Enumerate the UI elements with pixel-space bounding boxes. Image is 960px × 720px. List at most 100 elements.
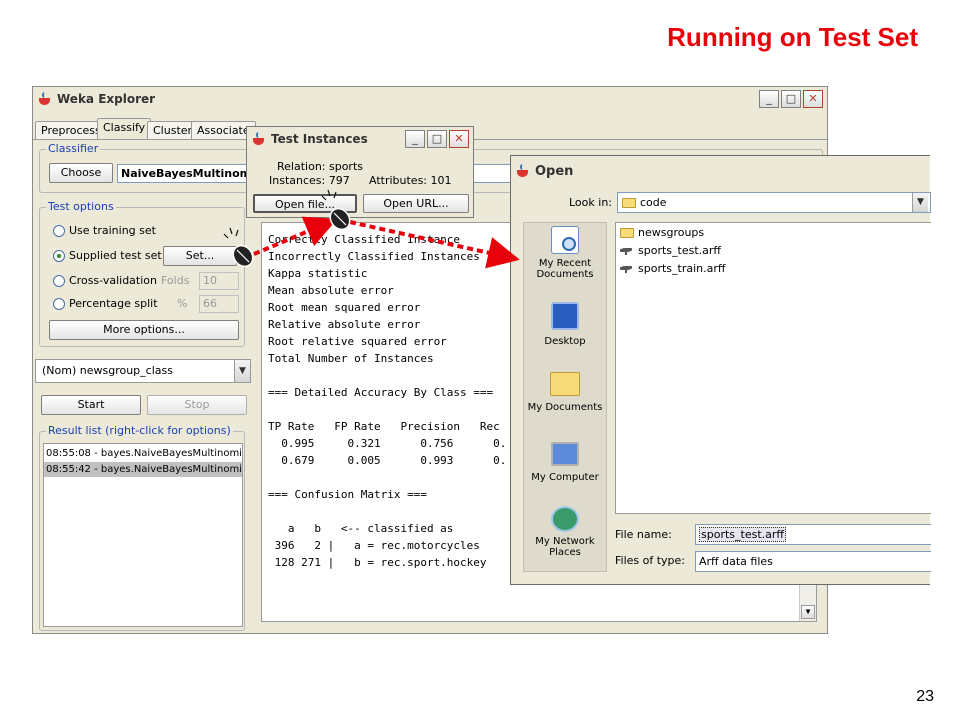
look-in-value: code bbox=[640, 196, 667, 209]
chevron-down-icon[interactable]: ▼ bbox=[234, 360, 250, 382]
place-label: My Network Places bbox=[535, 536, 595, 558]
place-label: My Documents bbox=[527, 402, 603, 413]
minimize-button[interactable]: _ bbox=[759, 90, 779, 108]
result-item[interactable]: 08:55:08 - bayes.NaiveBayesMultinomial bbox=[44, 446, 242, 461]
output-line: Mean absolute error bbox=[268, 284, 394, 297]
file-name: newsgroups bbox=[638, 226, 705, 239]
output-line: === Detailed Accuracy By Class === bbox=[268, 386, 494, 399]
result-list-title: Result list (right-click for options) bbox=[46, 424, 233, 437]
file-name: sports_train.arff bbox=[638, 262, 726, 275]
tab-classify[interactable]: Classify bbox=[97, 118, 152, 140]
place-label: My Computer bbox=[531, 472, 599, 483]
place-label: My Recent Documents bbox=[536, 258, 594, 280]
place-my-documents[interactable]: My Documents bbox=[525, 372, 605, 413]
look-in-label: Look in: bbox=[569, 196, 612, 209]
folds-field[interactable]: 10 bbox=[199, 272, 239, 290]
output-line: 128 271 | b = rec.sport.hockey bbox=[268, 556, 487, 569]
output-line: Incorrectly Classified Instances bbox=[268, 250, 480, 263]
scroll-down-button[interactable]: ▼ bbox=[801, 605, 815, 619]
desktop-icon bbox=[551, 302, 579, 330]
more-options-button[interactable]: More options... bbox=[49, 320, 239, 340]
output-line: Relative absolute error bbox=[268, 318, 421, 331]
slide-title: Running on Test Set bbox=[667, 22, 918, 52]
output-line: Root relative squared error bbox=[268, 335, 447, 348]
weka-bird-icon bbox=[620, 246, 634, 255]
maximize-button[interactable]: □ bbox=[781, 90, 801, 108]
cross-validation-label: Cross-validation bbox=[69, 274, 157, 287]
chevron-down-icon[interactable]: ▼ bbox=[912, 193, 928, 212]
weka-titlebar[interactable]: Weka Explorer _ □ ✕ bbox=[33, 87, 827, 111]
cross-validation-radio[interactable] bbox=[53, 275, 65, 287]
weka-bird-icon bbox=[620, 264, 634, 273]
percentage-split-radio[interactable] bbox=[53, 298, 65, 310]
output-line: Root mean squared error bbox=[268, 301, 421, 314]
network-places-icon bbox=[551, 506, 579, 532]
maximize-button[interactable]: □ bbox=[427, 130, 447, 148]
percent-label: % bbox=[177, 297, 188, 310]
folder-icon bbox=[620, 227, 634, 238]
java-icon bbox=[515, 163, 531, 179]
set-button[interactable]: Set... bbox=[163, 246, 237, 266]
file-type-label: Files of type: bbox=[615, 554, 686, 567]
test-instances-window: Test Instances _ □ ✕ Relation: sports In… bbox=[246, 126, 474, 218]
open-dialog-titlebar[interactable]: Open bbox=[511, 156, 930, 186]
percent-field[interactable]: 66 bbox=[199, 295, 239, 313]
open-url-button[interactable]: Open URL... bbox=[363, 194, 469, 213]
my-documents-icon bbox=[550, 372, 580, 396]
tab-preprocess[interactable]: Preprocess bbox=[35, 121, 107, 139]
attributes-label: Attributes: 101 bbox=[369, 174, 452, 187]
output-line: 396 2 | a = rec.motorcycles bbox=[268, 539, 480, 552]
relation-label: Relation: sports bbox=[277, 160, 363, 173]
percentage-split-label: Percentage split bbox=[69, 297, 158, 310]
output-line: a b <-- classified as bbox=[268, 522, 454, 535]
test-options-title: Test options bbox=[46, 200, 116, 213]
result-list: 08:55:08 - bayes.NaiveBayesMultinomial 0… bbox=[43, 443, 243, 627]
output-line: Total Number of Instances bbox=[268, 352, 434, 365]
look-in-select[interactable]: code ▼ bbox=[617, 192, 931, 213]
class-attribute-select[interactable]: (Nom) newsgroup_class ▼ bbox=[35, 359, 251, 383]
supplied-test-label: Supplied test set bbox=[69, 249, 162, 262]
result-item-selected[interactable]: 08:55:42 - bayes.NaiveBayesMultinomial bbox=[44, 462, 242, 477]
output-line: TP Rate FP Rate Precision Rec bbox=[268, 420, 500, 433]
place-label: Desktop bbox=[544, 336, 586, 347]
file-name-value: sports_test.arff bbox=[699, 527, 786, 542]
folder-icon bbox=[622, 197, 636, 208]
file-item-newsgroups[interactable]: newsgroups bbox=[620, 226, 704, 239]
java-icon bbox=[37, 91, 53, 107]
open-file-button[interactable]: Open file... bbox=[253, 194, 357, 213]
folds-label: Folds bbox=[161, 274, 190, 287]
place-network[interactable]: My Network Places bbox=[525, 506, 605, 558]
test-instances-title: Test Instances bbox=[271, 132, 368, 146]
file-list: newsgroups sports_test.arff sports_train… bbox=[615, 222, 931, 514]
use-training-label: Use training set bbox=[69, 224, 156, 237]
file-item-sports-test[interactable]: sports_test.arff bbox=[620, 244, 721, 257]
supplied-test-radio[interactable] bbox=[53, 250, 65, 262]
classifier-group-title: Classifier bbox=[46, 142, 101, 155]
file-name-label: File name: bbox=[615, 528, 672, 541]
file-item-sports-train[interactable]: sports_train.arff bbox=[620, 262, 725, 275]
place-recent-documents[interactable]: My Recent Documents bbox=[525, 226, 605, 280]
start-button[interactable]: Start bbox=[41, 395, 141, 415]
place-desktop[interactable]: Desktop bbox=[525, 302, 605, 347]
open-dialog-title: Open bbox=[535, 163, 574, 179]
output-line: 0.995 0.321 0.756 0. bbox=[268, 437, 507, 450]
output-line: === Confusion Matrix === bbox=[268, 488, 427, 501]
slide-number: 23 bbox=[916, 688, 934, 705]
close-button[interactable]: ✕ bbox=[449, 130, 469, 148]
close-button[interactable]: ✕ bbox=[803, 90, 823, 108]
file-type-select[interactable]: Arff data files bbox=[695, 551, 931, 572]
use-training-radio[interactable] bbox=[53, 225, 65, 237]
file-name-input[interactable]: sports_test.arff bbox=[695, 524, 931, 545]
choose-button[interactable]: Choose bbox=[49, 163, 113, 183]
test-instances-titlebar[interactable]: Test Instances _ □ ✕ bbox=[247, 127, 473, 151]
java-icon bbox=[251, 131, 267, 147]
stop-button[interactable]: Stop bbox=[147, 395, 247, 415]
place-my-computer[interactable]: My Computer bbox=[525, 442, 605, 483]
output-line: Kappa statistic bbox=[268, 267, 368, 280]
minimize-button[interactable]: _ bbox=[405, 130, 425, 148]
class-attribute-value: (Nom) newsgroup_class bbox=[42, 364, 173, 377]
output-line: 0.679 0.005 0.993 0. bbox=[268, 454, 507, 467]
file-name: sports_test.arff bbox=[638, 244, 721, 257]
recent-documents-icon bbox=[551, 226, 579, 254]
my-computer-icon bbox=[551, 442, 579, 466]
